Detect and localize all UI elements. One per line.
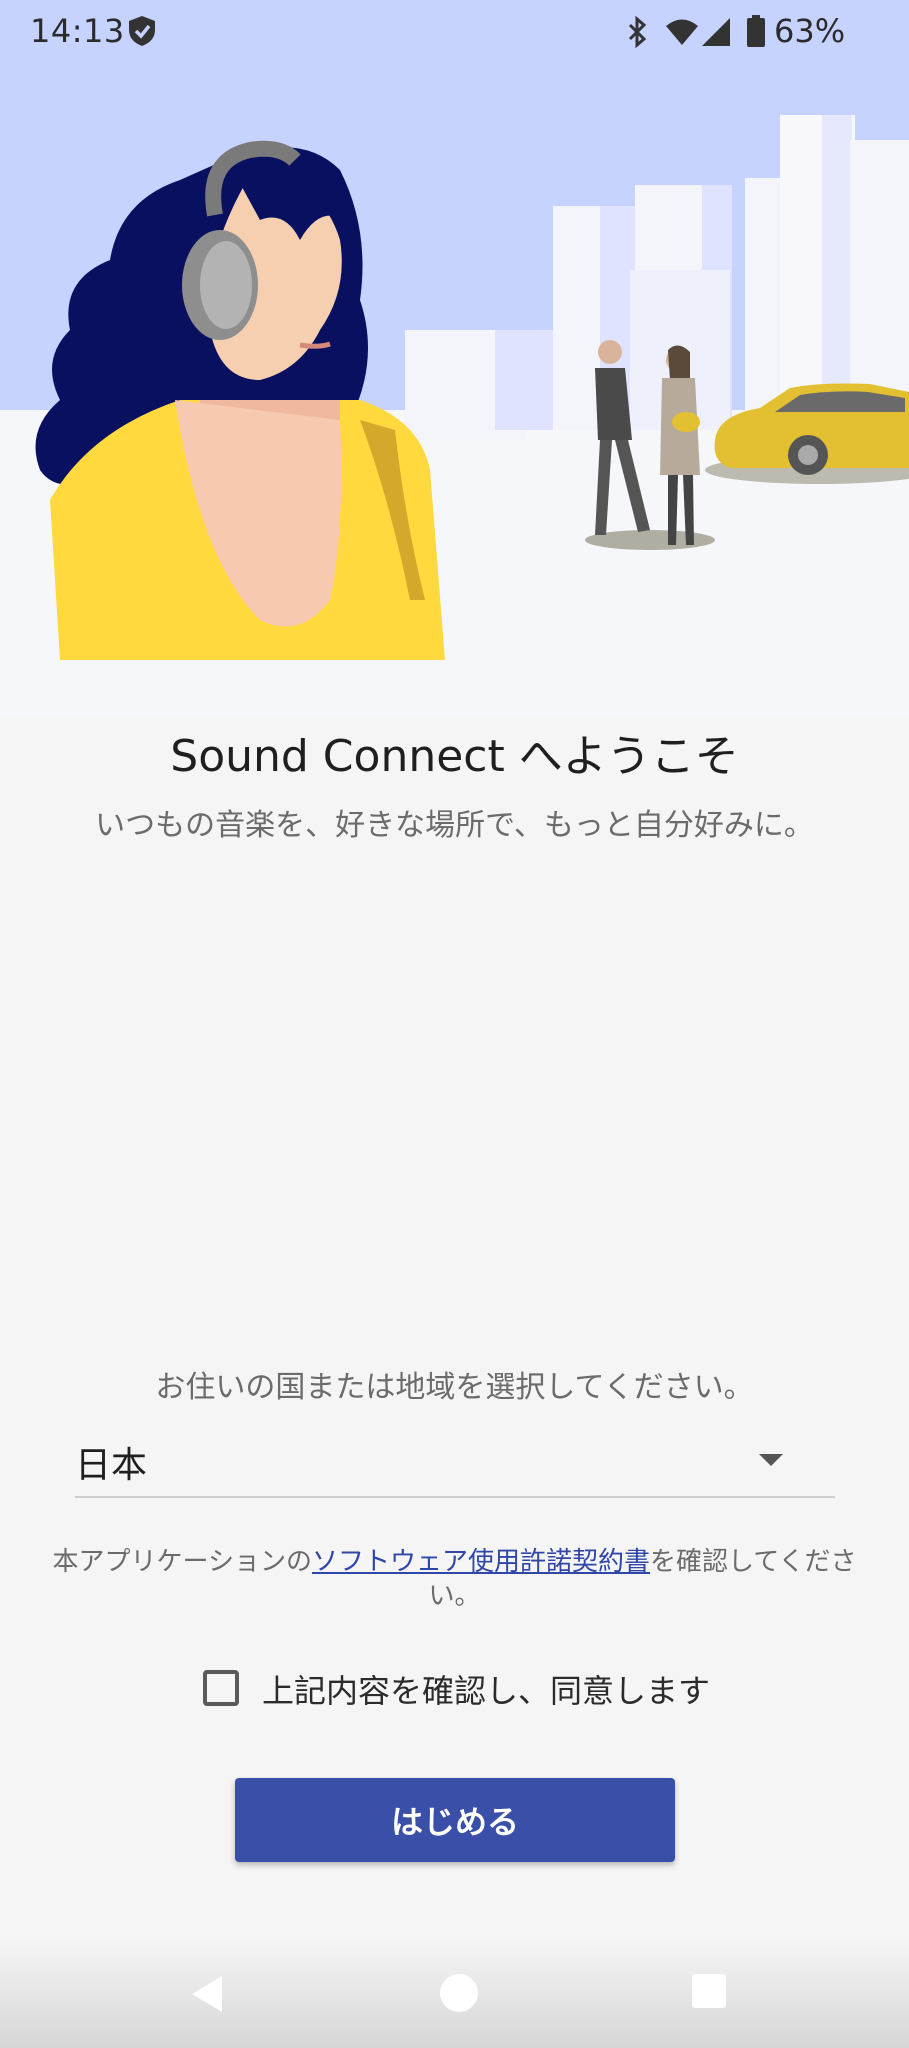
- license-agreement-link[interactable]: ソフトウェア使用許諾契約書: [312, 1547, 650, 1577]
- start-button[interactable]: はじめる: [235, 1778, 675, 1862]
- agreement-row[interactable]: 上記内容を確認し、同意します: [0, 1666, 909, 1718]
- region-dropdown[interactable]: 日本: [75, 1418, 835, 1498]
- shield-check-icon: [126, 14, 158, 56]
- wifi-icon: [664, 17, 700, 55]
- system-nav-bar: [0, 1940, 909, 2048]
- home-icon[interactable]: [440, 1974, 478, 2012]
- status-bar: 14:13 63%: [0, 0, 909, 64]
- battery-icon: [746, 14, 766, 56]
- recent-apps-icon[interactable]: [692, 1974, 726, 2008]
- region-selected-value: 日本: [75, 1445, 148, 1486]
- region-label: お住いの国または地域を選択してください。: [155, 1370, 754, 1405]
- status-time: 14:13: [30, 12, 125, 50]
- agree-label[interactable]: 上記内容を確認し、同意します: [262, 1666, 710, 1712]
- license-prefix: 本アプリケーションの: [52, 1547, 312, 1577]
- welcome-title: Sound Connect へようこそ: [170, 731, 739, 782]
- hero-illustration: [0, 0, 909, 716]
- cell-signal-icon: [700, 16, 732, 56]
- bluetooth-icon: [624, 15, 650, 56]
- back-icon[interactable]: [188, 1974, 226, 2018]
- license-notice: 本アプリケーションのソフトウェア使用許諾契約書を確認してください。: [30, 1545, 879, 1613]
- agree-checkbox[interactable]: [203, 1670, 239, 1706]
- dropdown-arrow-icon: [759, 1454, 783, 1466]
- battery-percent: 63%: [774, 12, 846, 50]
- welcome-subtitle: いつもの音楽を、好きな場所で、もっと自分好みに。: [95, 808, 814, 843]
